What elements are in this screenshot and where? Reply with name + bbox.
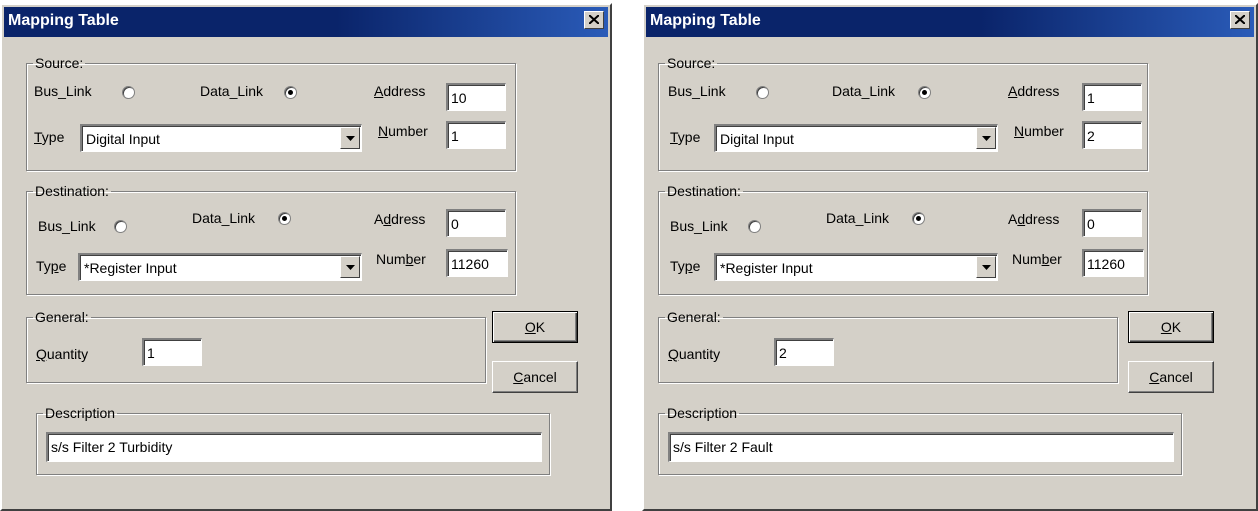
cancel-button[interactable]: Cancel <box>492 361 578 393</box>
close-button[interactable] <box>584 11 604 29</box>
source-group: Source: <box>658 55 1148 171</box>
destination-data-link-radio[interactable] <box>912 212 925 225</box>
source-bus-link-radio[interactable] <box>122 86 135 99</box>
destination-legend: Destination: <box>667 183 741 199</box>
destination-type-dropdown-button[interactable] <box>340 256 360 278</box>
source-number-input[interactable]: 2 <box>1082 121 1142 149</box>
source-data-link-radio[interactable] <box>918 86 931 99</box>
description-legend: Description <box>667 405 738 421</box>
source-legend: Source: <box>667 55 716 71</box>
close-icon <box>589 15 599 24</box>
description-input[interactable]: s/s Filter 2 Fault <box>668 432 1174 462</box>
description-legend: Description <box>45 405 116 421</box>
dialog-title: Mapping Table <box>8 12 119 29</box>
destination-type-value: *Register Input <box>720 260 813 276</box>
destination-number-label: Number <box>1012 251 1062 267</box>
destination-type-select[interactable]: *Register Input <box>714 253 998 281</box>
source-data-link-label: Data_Link <box>200 83 264 99</box>
quantity-input[interactable]: 2 <box>774 338 834 366</box>
source-number-label: Number <box>378 123 428 139</box>
source-type-select[interactable]: Digital Input <box>80 124 362 152</box>
destination-number-input[interactable]: 11260 <box>1082 249 1144 277</box>
general-group: General: <box>26 309 486 383</box>
destination-type-value: *Register Input <box>84 260 177 276</box>
source-number-input[interactable]: 1 <box>446 121 506 149</box>
general-group: General: <box>658 309 1118 383</box>
source-type-dropdown-button[interactable] <box>976 127 996 149</box>
title-bar[interactable]: Mapping Table <box>4 7 608 37</box>
destination-bus-link-label: Bus_Link <box>38 218 96 234</box>
source-address-label: Address <box>1008 83 1060 99</box>
chevron-down-icon <box>346 265 355 270</box>
source-data-link-label: Data_Link <box>832 83 896 99</box>
general-legend: General: <box>35 309 89 325</box>
quantity-input[interactable]: 1 <box>142 338 202 366</box>
description-input[interactable]: s/s Filter 2 Turbidity <box>46 432 542 462</box>
source-type-dropdown-button[interactable] <box>340 127 360 149</box>
destination-data-link-radio[interactable] <box>278 212 291 225</box>
source-group: Source: <box>26 55 516 171</box>
destination-address-input[interactable]: 0 <box>446 209 506 237</box>
source-address-input[interactable]: 1 <box>1082 83 1142 111</box>
destination-bus-link-label: Bus_Link <box>670 218 728 234</box>
quantity-label: Quantity <box>668 346 721 362</box>
destination-legend: Destination: <box>35 183 109 199</box>
ok-button[interactable]: OK <box>1128 311 1214 343</box>
source-data-link-radio[interactable] <box>284 86 297 99</box>
destination-data-link-label: Data_Link <box>192 210 256 226</box>
cancel-button[interactable]: Cancel <box>1128 361 1214 393</box>
source-type-select[interactable]: Digital Input <box>714 124 998 152</box>
chevron-down-icon <box>982 265 991 270</box>
source-address-input[interactable]: 10 <box>446 83 506 111</box>
destination-type-select[interactable]: *Register Input <box>78 253 362 281</box>
dialog-title: Mapping Table <box>650 12 761 29</box>
chevron-down-icon <box>346 136 355 141</box>
destination-number-label: Number <box>376 251 426 267</box>
close-icon <box>1235 15 1245 24</box>
close-button[interactable] <box>1230 11 1250 29</box>
destination-type-dropdown-button[interactable] <box>976 256 996 278</box>
destination-number-input[interactable]: 11260 <box>446 249 508 277</box>
general-legend: General: <box>667 309 721 325</box>
destination-address-label: Address <box>374 211 426 227</box>
destination-type-label: Type <box>36 258 67 274</box>
source-type-value: Digital Input <box>86 131 160 147</box>
source-bus-link-label: Bus_Link <box>668 83 726 99</box>
mapping-table-dialog-1: Mapping Table Source: Bus_Link Data_Link… <box>0 3 612 511</box>
source-bus-link-label: Bus_Link <box>34 83 92 99</box>
chevron-down-icon <box>982 136 991 141</box>
source-type-label: Type <box>670 129 701 145</box>
source-address-label: Address <box>374 83 426 99</box>
destination-type-label: Type <box>670 258 701 274</box>
destination-address-label: Address <box>1008 211 1060 227</box>
destination-bus-link-radio[interactable] <box>114 220 127 233</box>
source-legend: Source: <box>35 55 84 71</box>
source-type-label: Type <box>34 129 65 145</box>
destination-address-input[interactable]: 0 <box>1082 209 1142 237</box>
source-number-label: Number <box>1014 123 1064 139</box>
source-type-value: Digital Input <box>720 131 794 147</box>
title-bar[interactable]: Mapping Table <box>646 7 1254 37</box>
ok-button[interactable]: OK <box>492 311 578 343</box>
destination-bus-link-radio[interactable] <box>748 220 761 233</box>
source-bus-link-radio[interactable] <box>756 86 769 99</box>
mapping-table-dialog-2: Mapping Table Source: Bus_Link Data_Link… <box>642 3 1258 511</box>
quantity-label: Quantity <box>36 346 89 362</box>
destination-data-link-label: Data_Link <box>826 210 890 226</box>
